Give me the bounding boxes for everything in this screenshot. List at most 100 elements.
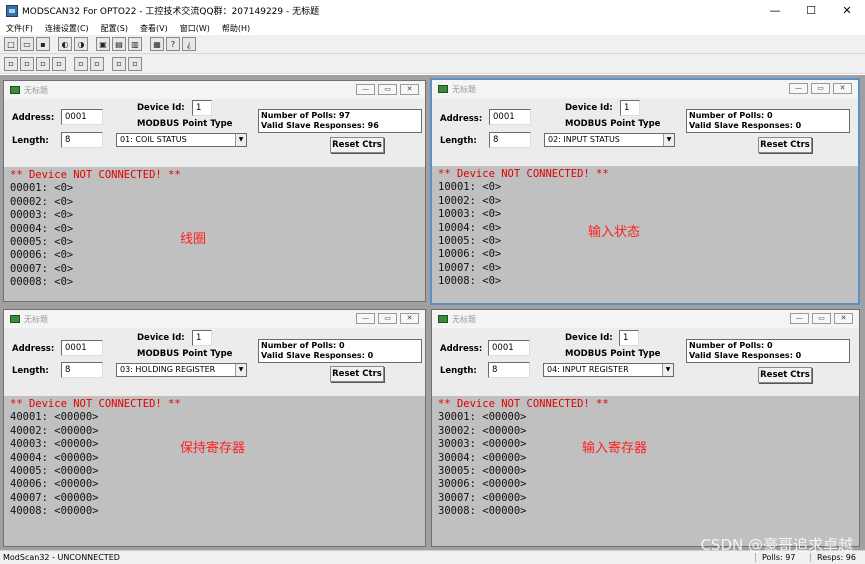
address-field[interactable]: 0001 xyxy=(61,109,103,125)
polls-count: Number of Polls: 0 xyxy=(689,111,773,120)
point-type-select[interactable]: 01: COIL STATUS ▼ xyxy=(116,133,247,147)
close-button[interactable]: ✕ xyxy=(829,0,865,21)
child-window-input-status[interactable]: 无标题 — ▭ ✕ Address: 0001 Length: 8 Device… xyxy=(430,78,860,305)
settings-panel: Address: 0001 Length: 8 Device Id: 1 MOD… xyxy=(432,98,858,166)
point-type-value: 04: INPUT REGISTER xyxy=(547,365,629,374)
child-maximize-button[interactable]: ▭ xyxy=(811,83,830,94)
length-field[interactable]: 8 xyxy=(61,132,103,148)
reset-counters-button[interactable]: Reset Ctrs xyxy=(330,137,384,153)
annotation-label: 输入状态 xyxy=(588,225,641,240)
child-minimize-button[interactable]: — xyxy=(790,313,809,324)
child-minimize-button[interactable]: — xyxy=(356,84,375,95)
child-title: 无标题 xyxy=(24,85,48,95)
child-maximize-button[interactable]: ▭ xyxy=(378,84,397,95)
swap-display-icon[interactable]: ▫ xyxy=(74,56,88,71)
point-type-select[interactable]: 02: INPUT STATUS ▼ xyxy=(544,133,675,147)
data-row: 30004: <00000> xyxy=(438,451,527,464)
polls-count: Number of Polls: 0 xyxy=(261,341,345,350)
reset-counters-button[interactable]: Reset Ctrs xyxy=(758,367,812,383)
connection-error-message: ** Device NOT CONNECTED! ** xyxy=(438,168,609,180)
reset-counters-button[interactable]: Reset Ctrs xyxy=(758,137,812,153)
child-maximize-button[interactable]: ▭ xyxy=(812,313,831,324)
chevron-down-icon[interactable]: ▼ xyxy=(662,364,673,376)
menu-help[interactable]: 帮助(H) xyxy=(216,23,256,34)
disconnect-icon[interactable]: ◑ xyxy=(74,37,88,51)
length-field[interactable]: 8 xyxy=(489,132,531,148)
connection-error-message: ** Device NOT CONNECTED! ** xyxy=(438,398,609,410)
child-window-input-register[interactable]: 无标题 — ▭ ✕ Address: 0001 Length: 8 Device… xyxy=(431,309,860,547)
data-row: 00006: <0> xyxy=(10,249,74,262)
data-display: ** Device NOT CONNECTED! ** 40001: <0000… xyxy=(4,396,425,546)
hex-display-icon[interactable]: ▫ xyxy=(36,56,50,71)
polls-count: Number of Polls: 0 xyxy=(689,341,773,350)
binary-display-icon[interactable]: ▫ xyxy=(4,56,18,71)
data-row: 10002: <0> xyxy=(438,194,502,207)
display-icon[interactable]: ▣ xyxy=(96,37,110,51)
child-minimize-button[interactable]: — xyxy=(356,313,375,324)
length-field[interactable]: 8 xyxy=(488,362,530,378)
menu-window[interactable]: 窗口(W) xyxy=(174,23,216,34)
length-field[interactable]: 8 xyxy=(61,362,103,378)
tile-icon[interactable]: ▫ xyxy=(112,56,126,71)
app-icon xyxy=(6,4,18,17)
device-id-field[interactable]: 1 xyxy=(192,100,212,116)
address-label: Address: xyxy=(12,344,55,354)
point-type-select[interactable]: 03: HOLDING REGISTER ▼ xyxy=(116,363,247,377)
chevron-down-icon[interactable]: ▼ xyxy=(235,364,246,376)
chevron-down-icon[interactable]: ▼ xyxy=(663,134,674,146)
float-display-icon[interactable]: ▫ xyxy=(52,56,66,71)
print-icon[interactable]: ▦ xyxy=(150,37,164,51)
reset-counters-button[interactable]: Reset Ctrs xyxy=(330,366,384,382)
point-type-value: 02: INPUT STATUS xyxy=(548,135,620,144)
settings-panel: Address: 0001 Length: 8 Device Id: 1 MOD… xyxy=(4,99,425,167)
device-id-field[interactable]: 1 xyxy=(620,100,640,116)
save-icon[interactable]: ▪ xyxy=(36,37,50,51)
decimal-display-icon[interactable]: ▫ xyxy=(20,56,34,71)
data-row: 10006: <0> xyxy=(438,248,502,261)
chevron-down-icon[interactable]: ▼ xyxy=(235,134,246,146)
point-type-label: MODBUS Point Type xyxy=(565,349,661,359)
child-close-button[interactable]: ✕ xyxy=(400,84,419,95)
minimize-button[interactable]: — xyxy=(757,0,793,21)
maximize-button[interactable]: ☐ xyxy=(793,0,829,21)
data-row: 30006: <00000> xyxy=(438,478,527,491)
help-icon[interactable]: ? xyxy=(166,37,180,51)
new-icon[interactable]: □ xyxy=(4,37,18,51)
device-id-field[interactable]: 1 xyxy=(192,330,212,346)
connect-icon[interactable]: ◐ xyxy=(58,37,72,51)
device-id-field[interactable]: 1 xyxy=(619,330,639,346)
child-window-icon xyxy=(438,315,448,323)
child-window-icon xyxy=(10,315,20,323)
double-display-icon[interactable]: ▫ xyxy=(90,56,104,71)
about-icon[interactable]: ¿ xyxy=(182,37,196,51)
address-field[interactable]: 0001 xyxy=(61,340,103,356)
annotation-label: 输入寄存器 xyxy=(582,441,648,456)
child-close-button[interactable]: ✕ xyxy=(834,313,853,324)
menu-view[interactable]: 查看(V) xyxy=(134,23,174,34)
menu-connection[interactable]: 连接设置(C) xyxy=(39,23,95,34)
point-type-label: MODBUS Point Type xyxy=(137,349,233,359)
menu-setup[interactable]: 配置(S) xyxy=(95,23,134,34)
valid-responses-count: Valid Slave Responses: 0 xyxy=(689,351,802,360)
config-icon[interactable]: ▤ xyxy=(112,37,126,51)
child-window-coil-status[interactable]: 无标题 — ▭ ✕ Address: 0001 Length: 8 Device… xyxy=(3,80,426,302)
child-close-button[interactable]: ✕ xyxy=(833,83,852,94)
valid-responses-count: Valid Slave Responses: 96 xyxy=(261,121,379,130)
child-title: 无标题 xyxy=(452,84,476,94)
window-title: MODSCAN32 For OPTO22 - 工控技术交流QQ群：2071492… xyxy=(22,7,320,17)
menu-file[interactable]: 文件(F) xyxy=(0,23,39,34)
child-close-button[interactable]: ✕ xyxy=(400,313,419,324)
child-minimize-button[interactable]: — xyxy=(789,83,808,94)
cascade-icon[interactable]: ▫ xyxy=(128,56,142,71)
child-window-icon xyxy=(10,86,20,94)
child-maximize-button[interactable]: ▭ xyxy=(378,313,397,324)
settings-panel: Address: 0001 Length: 8 Device Id: 1 MOD… xyxy=(4,328,425,396)
open-icon[interactable]: ▭ xyxy=(20,37,34,51)
address-field[interactable]: 0001 xyxy=(489,109,531,125)
data-row: 00003: <0> xyxy=(10,209,74,222)
address-field[interactable]: 0001 xyxy=(488,340,530,356)
window-icon[interactable]: ▥ xyxy=(128,37,142,51)
child-title-bar: 无标题 — ▭ ✕ xyxy=(4,310,425,328)
point-type-select[interactable]: 04: INPUT REGISTER ▼ xyxy=(543,363,674,377)
child-window-holding-register[interactable]: 无标题 — ▭ ✕ Address: 0001 Length: 8 Device… xyxy=(3,309,426,547)
